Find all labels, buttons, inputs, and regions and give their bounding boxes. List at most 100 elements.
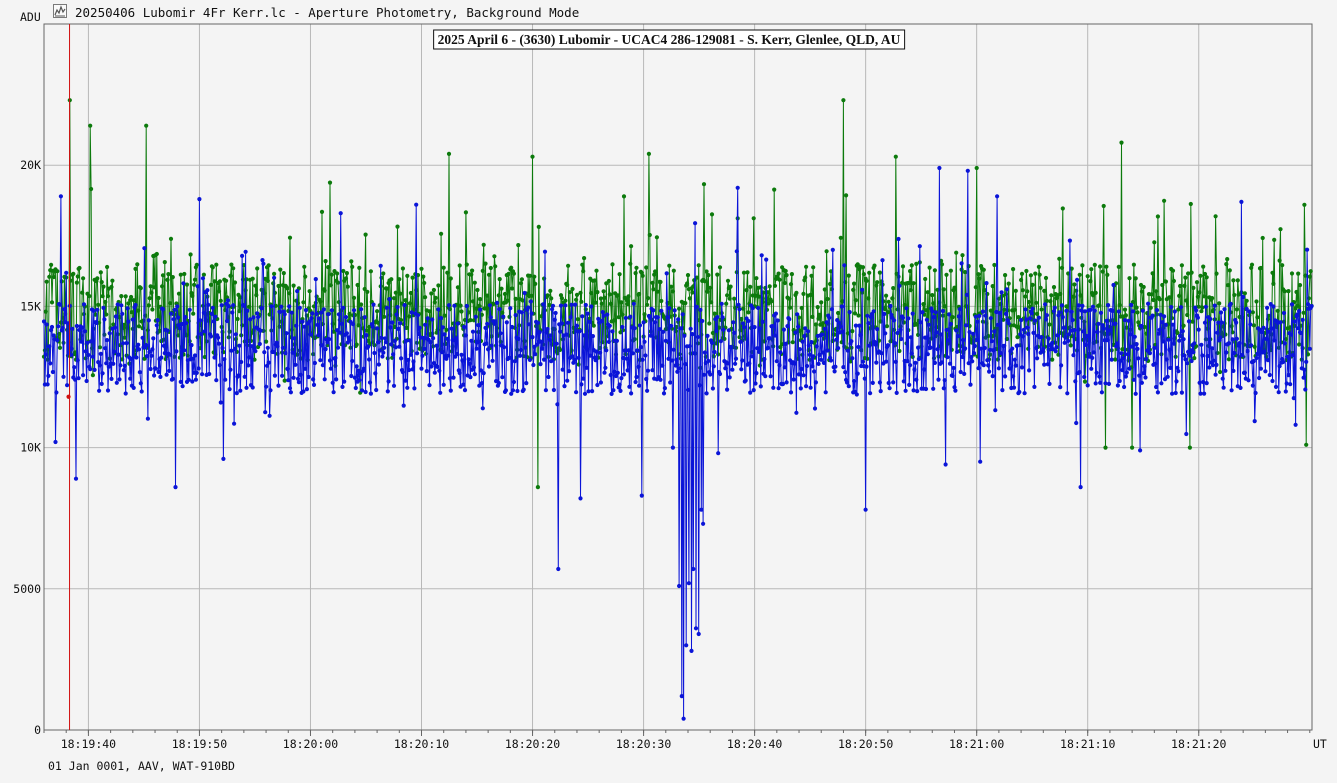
data-point-target: [1099, 390, 1104, 395]
data-point-target: [1179, 390, 1184, 395]
data-point-target: [1057, 310, 1062, 315]
data-point-target: [401, 403, 406, 408]
data-point-target: [49, 324, 55, 330]
data-point-target: [1195, 315, 1200, 320]
data-point-target: [381, 350, 386, 355]
data-point-target: [1058, 385, 1063, 390]
data-point-target: [595, 382, 600, 388]
data-point-target: [297, 305, 302, 310]
data-point-comparison: [90, 373, 95, 378]
data-point-target: [1215, 330, 1220, 335]
data-point-comparison: [1006, 281, 1011, 286]
data-point-comparison: [591, 323, 596, 328]
data-point-target: [468, 375, 473, 380]
data-point-target: [250, 385, 255, 390]
data-point-comparison: [728, 284, 733, 289]
data-point-comparison: [147, 296, 152, 301]
data-point-target: [1080, 303, 1085, 308]
data-point-target: [661, 329, 666, 334]
data-point-target: [598, 380, 604, 385]
data-point-comparison: [265, 278, 270, 283]
data-point-comparison: [772, 283, 778, 288]
data-point-comparison: [1013, 288, 1018, 293]
data-point-target: [697, 383, 702, 388]
data-point-comparison: [815, 305, 820, 310]
data-point-comparison: [1260, 235, 1265, 241]
data-point-target: [1303, 387, 1308, 392]
data-point-comparison: [794, 290, 799, 295]
data-point-target: [1039, 335, 1044, 340]
data-point-target: [669, 358, 675, 363]
data-point-target: [1035, 356, 1040, 361]
data-point-target: [144, 343, 149, 348]
data-point-target: [1202, 320, 1208, 325]
data-point-target: [759, 253, 764, 258]
data-point-target: [849, 339, 854, 344]
data-point-target: [1072, 328, 1077, 333]
data-point-comparison: [110, 278, 115, 283]
data-point-target: [840, 329, 845, 334]
data-point-comparison: [633, 271, 638, 276]
data-point-comparison: [123, 294, 128, 299]
data-point-target: [762, 357, 767, 362]
data-point-target: [1084, 333, 1089, 339]
data-point-target: [702, 350, 708, 355]
data-point-target: [610, 329, 615, 334]
data-point-target: [845, 348, 851, 353]
data-point-comparison: [168, 301, 173, 306]
data-point-target: [926, 322, 931, 327]
data-point-target: [1136, 356, 1141, 361]
data-point-target: [770, 324, 775, 329]
data-point-target: [462, 324, 467, 330]
data-point-target: [962, 371, 967, 376]
data-point-comparison: [927, 265, 932, 270]
data-point-target: [180, 384, 185, 389]
data-point-target: [1304, 359, 1309, 364]
data-point-target: [1203, 304, 1208, 309]
data-point-comparison: [1072, 282, 1077, 287]
data-point-comparison: [1215, 350, 1220, 356]
lightcurve-chart[interactable]: 0500010K15K20K18:19:40 18:19:50 18:20:00 18…: [0, 0, 1337, 783]
data-point-comparison: [1296, 271, 1301, 276]
data-point-target: [61, 374, 66, 379]
data-point-target: [637, 323, 643, 328]
data-point-target: [856, 344, 861, 350]
data-point-target: [158, 374, 163, 379]
data-point-comparison: [1060, 206, 1065, 211]
data-point-target: [1276, 390, 1281, 395]
data-point-target: [513, 313, 518, 318]
data-point-target: [312, 360, 317, 366]
data-point-comparison: [107, 356, 112, 361]
data-point-target: [323, 347, 328, 352]
x-tick-label: 18:20:40: [727, 737, 782, 751]
data-point-target: [583, 302, 588, 308]
data-point-target: [1165, 374, 1170, 379]
data-point-target: [720, 315, 725, 320]
data-point-target: [288, 390, 293, 395]
data-point-comparison: [1028, 273, 1033, 278]
data-point-target: [1128, 332, 1133, 337]
data-point-comparison: [458, 303, 463, 308]
data-point-comparison: [470, 268, 475, 273]
data-point-target: [723, 366, 728, 371]
data-point-target: [969, 355, 974, 360]
data-point-target: [630, 351, 636, 356]
data-point-target: [422, 346, 427, 351]
data-point-comparison: [769, 299, 774, 304]
data-point-target: [923, 335, 928, 340]
data-point-target: [501, 314, 506, 319]
data-point-target: [352, 375, 357, 380]
data-point-comparison: [865, 356, 870, 361]
data-point-comparison: [1105, 272, 1110, 277]
data-point-target: [689, 648, 694, 654]
data-point-target: [467, 361, 472, 366]
data-point-target: [246, 363, 251, 368]
data-point-target: [987, 347, 993, 352]
data-point-target: [173, 485, 178, 490]
data-point-target: [960, 354, 965, 360]
data-point-target: [382, 345, 387, 350]
data-point-comparison: [160, 284, 165, 289]
data-point-comparison: [354, 342, 359, 347]
data-point-target: [1187, 353, 1192, 358]
data-point-target: [701, 521, 706, 526]
